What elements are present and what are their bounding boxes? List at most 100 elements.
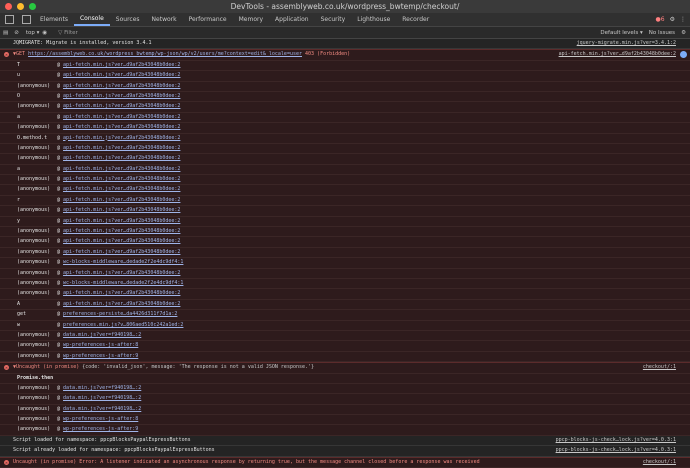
tab-application[interactable]: Application (269, 13, 315, 26)
uncaught-detail[interactable]: {code: 'invalid_json', message: 'The res… (82, 364, 314, 370)
live-expression-eye-icon[interactable]: ◉ (42, 30, 47, 36)
stack-frame-link[interactable]: api-fetch.min.js?ver…d9af2b43048b0dee:2 (63, 166, 180, 172)
tab-recorder[interactable]: Recorder (396, 13, 435, 26)
get-error-header[interactable]: ✕ ▼GET https://assemblyweb.co.uk/wordpre… (0, 50, 690, 61)
get-url-link[interactable]: https://assemblyweb.co.uk/wordpress_bwte… (28, 51, 302, 57)
stack-frame-link[interactable]: api-fetch.min.js?ver…d9af2b43048b0dee:2 (63, 145, 180, 151)
stack-frame-link[interactable]: api-fetch.min.js?ver…d9af2b43048b0dee:2 (63, 103, 180, 109)
last-error-line[interactable]: ✕ Uncaught (in promise) Error: A listene… (0, 458, 690, 468)
tab-memory[interactable]: Memory (233, 13, 269, 26)
at-symbol: @ (57, 300, 61, 307)
stack-frame-function: (anonymous) (17, 186, 51, 193)
stack-frame-link[interactable]: wc-blocks-middleware…dedade2f2e4dc9df4:1 (63, 280, 183, 286)
script-loaded-source-link[interactable]: ppcp-blocks-js-check…lock.js?ver=4.0.3:1 (556, 436, 676, 445)
stack-frame-link[interactable]: api-fetch.min.js?ver…d9af2b43048b0dee:2 (63, 176, 180, 182)
stack-frame-link[interactable]: wp-preferences-js-after:9 (63, 353, 138, 359)
stack-frame-link[interactable]: api-fetch.min.js?ver…d9af2b43048b0dee:2 (63, 228, 180, 234)
stack-frame-function: (anonymous) (17, 176, 51, 183)
stack-frame-link[interactable]: api-fetch.min.js?ver…d9af2b43048b0dee:2 (63, 155, 180, 161)
get-status: 403 (Forbidden) (305, 51, 351, 58)
script-already-loaded-line: Script already loaded for namespace: ppc… (0, 446, 690, 457)
get-method: GET (16, 51, 26, 58)
stack-frame-function: (anonymous) (17, 155, 51, 162)
stack-frame-link[interactable]: api-fetch.min.js?ver…d9af2b43048b0dee:2 (63, 249, 180, 255)
settings-gear-icon[interactable]: ⚙ (670, 16, 675, 23)
stack-frame-link[interactable]: api-fetch.min.js?ver…d9af2b43048b0dee:2 (63, 124, 180, 130)
ai-assist-icon[interactable] (680, 51, 687, 59)
stack-frame-link[interactable]: api-fetch.min.js?ver…d9af2b43048b0dee:2 (63, 114, 180, 120)
console-output: JQMIGRATE: Migrate is installed, version… (0, 39, 690, 468)
stack-frame-link[interactable]: api-fetch.min.js?ver…d9af2b43048b0dee:2 (63, 270, 180, 276)
stack-frame: (anonymous) @ api-fetch.min.js?ver…d9af2b4… (0, 102, 690, 113)
window-titlebar: DevTools - assemblyweb.co.uk/wordpress_b… (0, 0, 690, 13)
tab-network[interactable]: Network (146, 13, 183, 26)
at-symbol: @ (57, 207, 61, 214)
stack-frame-function: (anonymous) (17, 238, 51, 245)
at-symbol: @ (57, 384, 61, 391)
more-options-icon[interactable]: ⋮ (680, 16, 686, 23)
uncaught-source-link[interactable]: checkout/:1 (643, 363, 676, 372)
stack-frame-link[interactable]: api-fetch.min.js?ver…d9af2b43048b0dee:2 (63, 72, 180, 78)
tab-lighthouse[interactable]: Lighthouse (351, 13, 396, 26)
tab-security[interactable]: Security (315, 13, 352, 26)
uncaught-header[interactable]: ✕ ▼Uncaught (in promise) {code: 'invalid… (0, 363, 690, 374)
stack-frame-link[interactable]: data.min.js?ver=f940198…:2 (63, 406, 141, 412)
script-loaded-text: Script loaded for namespace: ppcpBlocksP… (13, 436, 191, 443)
console-settings-gear-icon[interactable]: ⚙ (681, 30, 686, 36)
stack-frame-link[interactable]: api-fetch.min.js?ver…d9af2b43048b0dee:2 (63, 93, 180, 99)
stack-frame-link[interactable]: api-fetch.min.js?ver…d9af2b43048b0dee:2 (63, 62, 180, 68)
stack-frame-link[interactable]: wp-preferences-js-after:8 (63, 416, 138, 422)
stack-frame-link[interactable]: api-fetch.min.js?ver…d9af2b43048b0dee:2 (63, 238, 180, 244)
error-count-badge[interactable]: ●6 (656, 16, 665, 23)
at-symbol: @ (57, 269, 61, 276)
script-already-loaded-source-link[interactable]: ppcp-blocks-js-check…lock.js?ver=4.0.3:1 (556, 446, 676, 455)
inspect-element-icon[interactable] (5, 15, 14, 24)
tab-elements[interactable]: Elements (34, 13, 74, 26)
stack-frame: (anonymous) @ data.min.js?ver=f940198…:2 (0, 331, 690, 342)
get-source-link[interactable]: api-fetch.min.js?ver…d9af2b43048b0dee:2 (559, 50, 676, 59)
issues-button[interactable]: No Issues (649, 30, 675, 36)
device-toolbar-icon[interactable] (22, 15, 31, 24)
stack-frame-link[interactable]: data.min.js?ver=f940198…:2 (63, 385, 141, 391)
stack-frame: r @ api-fetch.min.js?ver…d9af2b43048b0dee:… (0, 196, 690, 207)
stack-frame-link[interactable]: data.min.js?ver=f940198…:2 (63, 395, 141, 401)
at-symbol: @ (57, 342, 61, 349)
stack-trace-2: (anonymous) @ data.min.js?ver=f940198…:2 (a… (0, 384, 690, 436)
stack-frame-link[interactable]: wc-blocks-middleware…dedade2f2e4dc9df4:1 (63, 259, 183, 265)
stack-frame-link[interactable]: wp-preferences-js-after:8 (63, 342, 138, 348)
tab-console[interactable]: Console (73, 13, 110, 26)
stack-frame: (anonymous) @ data.min.js?ver=f940198…:2 (0, 405, 690, 416)
stack-frame-link[interactable]: api-fetch.min.js?ver…d9af2b43048b0dee:2 (63, 301, 180, 307)
stack-frame-link[interactable]: api-fetch.min.js?ver…d9af2b43048b0dee:2 (63, 135, 180, 141)
at-symbol: @ (57, 134, 61, 141)
stack-frame-link[interactable]: api-fetch.min.js?ver…d9af2b43048b0dee:2 (63, 218, 180, 224)
tab-performance[interactable]: Performance (183, 13, 233, 26)
at-symbol: @ (57, 321, 61, 328)
stack-frame-function: (anonymous) (17, 331, 51, 338)
stack-frame-link[interactable]: data.min.js?ver=f940198…:2 (63, 332, 141, 338)
context-selector[interactable]: top ▾ (26, 30, 40, 36)
error-x-icon: ✕ (4, 459, 9, 465)
stack-frame-link[interactable]: preferences.min.js?v…806aed510c242a1ed:2 (63, 322, 183, 328)
last-error-source-link[interactable]: checkout/:1 (643, 458, 676, 467)
log-levels-label: Default levels (600, 29, 639, 36)
tab-sources[interactable]: Sources (110, 13, 146, 26)
stack-frame-link[interactable]: wp-preferences-js-after:9 (63, 426, 138, 432)
clear-console-icon[interactable]: ⊘ (14, 30, 19, 36)
at-symbol: @ (57, 259, 61, 266)
stack-frame-link[interactable]: api-fetch.min.js?ver…d9af2b43048b0dee:2 (63, 197, 180, 203)
stack-frame-link[interactable]: api-fetch.min.js?ver…d9af2b43048b0dee:2 (63, 83, 180, 89)
stack-frame-function: get (17, 311, 27, 318)
info-source-link[interactable]: jquery-migrate.min.js?ver=3.4.1:2 (577, 39, 676, 48)
script-loaded-line: Script loaded for namespace: ppcpBlocksP… (0, 436, 690, 447)
filter-input[interactable]: ▽ Filter (58, 30, 358, 36)
error-x-icon: ✕ (4, 365, 9, 371)
sidebar-toggle-icon[interactable]: ▤ (3, 30, 8, 36)
stack-frame-link[interactable]: api-fetch.min.js?ver…d9af2b43048b0dee:2 (63, 207, 180, 213)
stack-frame-link[interactable]: api-fetch.min.js?ver…d9af2b43048b0dee:2 (63, 290, 180, 296)
stack-frame-link[interactable]: preferences-persiste…da4426d311f7d1a:2 (63, 311, 177, 317)
stack-frame-function: (anonymous) (17, 384, 51, 391)
stack-frame-link[interactable]: api-fetch.min.js?ver…d9af2b43048b0dee:2 (63, 186, 180, 192)
log-levels-dropdown[interactable]: Default levels ▾ (600, 30, 642, 36)
stack-frame-function: w (17, 321, 21, 328)
